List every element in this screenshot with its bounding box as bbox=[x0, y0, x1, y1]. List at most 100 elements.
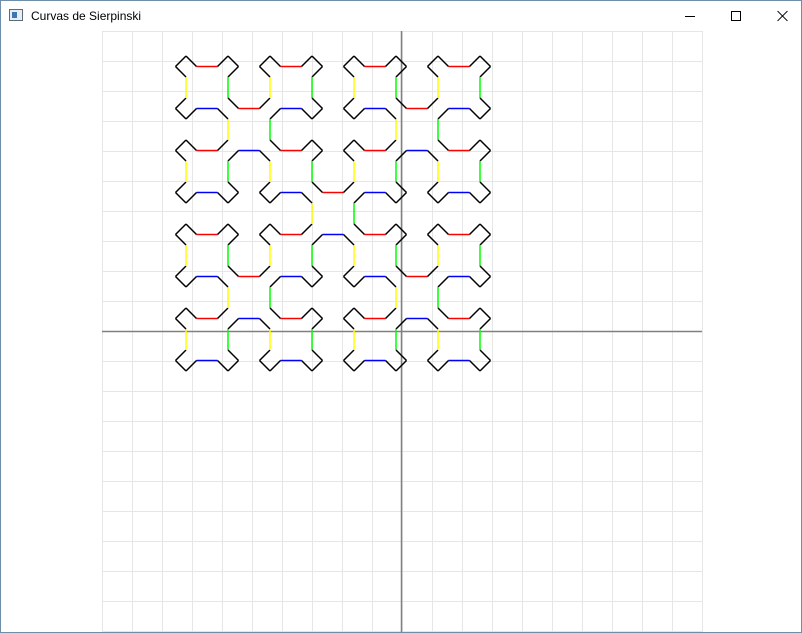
curve-segment bbox=[174, 181, 187, 194]
curve-segment bbox=[185, 191, 198, 204]
curve-segment bbox=[269, 191, 282, 204]
curve-segment bbox=[342, 359, 355, 372]
curve-segment bbox=[269, 107, 282, 120]
curve-segment bbox=[479, 223, 492, 236]
curve-segment bbox=[174, 359, 187, 372]
curve-segment bbox=[479, 275, 492, 288]
curve-segment bbox=[258, 233, 271, 246]
curve-segment bbox=[437, 191, 450, 204]
maximize-button[interactable] bbox=[713, 1, 759, 31]
curve-segment bbox=[300, 359, 313, 372]
curve-segment bbox=[174, 139, 187, 152]
curve-segment bbox=[174, 223, 187, 236]
curve-segment bbox=[384, 359, 397, 372]
curve-segment bbox=[311, 139, 324, 152]
curve-segment bbox=[353, 275, 366, 288]
minimize-button[interactable] bbox=[667, 1, 713, 31]
curve-segment bbox=[353, 307, 366, 320]
curve-segment bbox=[353, 223, 366, 236]
curve-segment bbox=[468, 307, 481, 320]
curve-segment bbox=[311, 317, 324, 330]
curve-segment bbox=[353, 139, 366, 152]
curve-segment bbox=[342, 97, 355, 110]
curve-segment bbox=[174, 307, 187, 320]
curve-segment bbox=[311, 233, 324, 246]
curve-segment bbox=[311, 149, 324, 162]
curve-segment bbox=[227, 191, 240, 204]
curve-segment bbox=[342, 233, 355, 246]
curve-segment bbox=[258, 349, 271, 362]
curve-segment bbox=[384, 139, 397, 152]
curve-segment bbox=[468, 223, 481, 236]
curve-segment bbox=[227, 349, 240, 362]
curve-segment bbox=[437, 107, 450, 120]
curve-segment bbox=[342, 317, 355, 330]
curve-segment bbox=[437, 223, 450, 236]
curve-segment bbox=[342, 275, 355, 288]
title-bar[interactable]: Curvas de Sierpinski bbox=[1, 1, 801, 31]
curve-segment bbox=[479, 233, 492, 246]
curve-segment bbox=[174, 191, 187, 204]
curve-segment bbox=[311, 65, 324, 78]
curve-segment bbox=[311, 359, 324, 372]
curve-segment bbox=[174, 349, 187, 362]
curve-segment bbox=[300, 139, 313, 152]
curve-segment bbox=[258, 317, 271, 330]
close-icon bbox=[777, 10, 789, 22]
curve-segment bbox=[468, 191, 481, 204]
curve-segment bbox=[311, 107, 324, 120]
curve-segment bbox=[479, 349, 492, 362]
curve-segment bbox=[311, 181, 324, 194]
curve-segment bbox=[437, 359, 450, 372]
curve-segment bbox=[227, 317, 240, 330]
curve-segment bbox=[311, 275, 324, 288]
curve-segment bbox=[300, 275, 313, 288]
curve-segment bbox=[269, 359, 282, 372]
curve-segment bbox=[269, 139, 282, 152]
curve-segment bbox=[479, 317, 492, 330]
curve-segment bbox=[479, 149, 492, 162]
curve-segment bbox=[342, 181, 355, 194]
curve-segment bbox=[384, 307, 397, 320]
curve-segment bbox=[479, 307, 492, 320]
window-title: Curvas de Sierpinski bbox=[31, 9, 142, 23]
curve-segment bbox=[342, 307, 355, 320]
curve-segment bbox=[185, 107, 198, 120]
curve-segment bbox=[174, 149, 187, 162]
curve-segment bbox=[227, 149, 240, 162]
curve-segment bbox=[258, 65, 271, 78]
curve-segment bbox=[185, 275, 198, 288]
curve-segment bbox=[437, 307, 450, 320]
curve-segment bbox=[468, 359, 481, 372]
curve-segment bbox=[300, 307, 313, 320]
curve-segment bbox=[468, 139, 481, 152]
curve-segment bbox=[185, 307, 198, 320]
curve-segment bbox=[479, 359, 492, 372]
app-window-icon bbox=[9, 9, 23, 21]
curve-segment bbox=[479, 97, 492, 110]
curve-segment bbox=[227, 181, 240, 194]
curve-segment bbox=[227, 97, 240, 110]
close-button[interactable] bbox=[759, 1, 802, 31]
curve-segment bbox=[384, 275, 397, 288]
curve-segment bbox=[311, 97, 324, 110]
drawing-canvas bbox=[102, 31, 703, 632]
app-window: Curvas de Sierpinski bbox=[0, 0, 802, 633]
curve-segment bbox=[437, 275, 450, 288]
curve-segment bbox=[174, 107, 187, 120]
curve-segment bbox=[353, 359, 366, 372]
curve-segment bbox=[227, 233, 240, 246]
curve-segment bbox=[258, 181, 271, 194]
curve-segment bbox=[227, 359, 240, 372]
curve-segment bbox=[185, 359, 198, 372]
curve-segment bbox=[342, 107, 355, 120]
curve-segment bbox=[269, 223, 282, 236]
curve-segment bbox=[479, 107, 492, 120]
curve-segment bbox=[468, 275, 481, 288]
curve-segment bbox=[342, 65, 355, 78]
curve-segment bbox=[185, 223, 198, 236]
curve-segment bbox=[174, 65, 187, 78]
curve-segment bbox=[311, 307, 324, 320]
curve-segment bbox=[174, 97, 187, 110]
curve-segment bbox=[479, 181, 492, 194]
